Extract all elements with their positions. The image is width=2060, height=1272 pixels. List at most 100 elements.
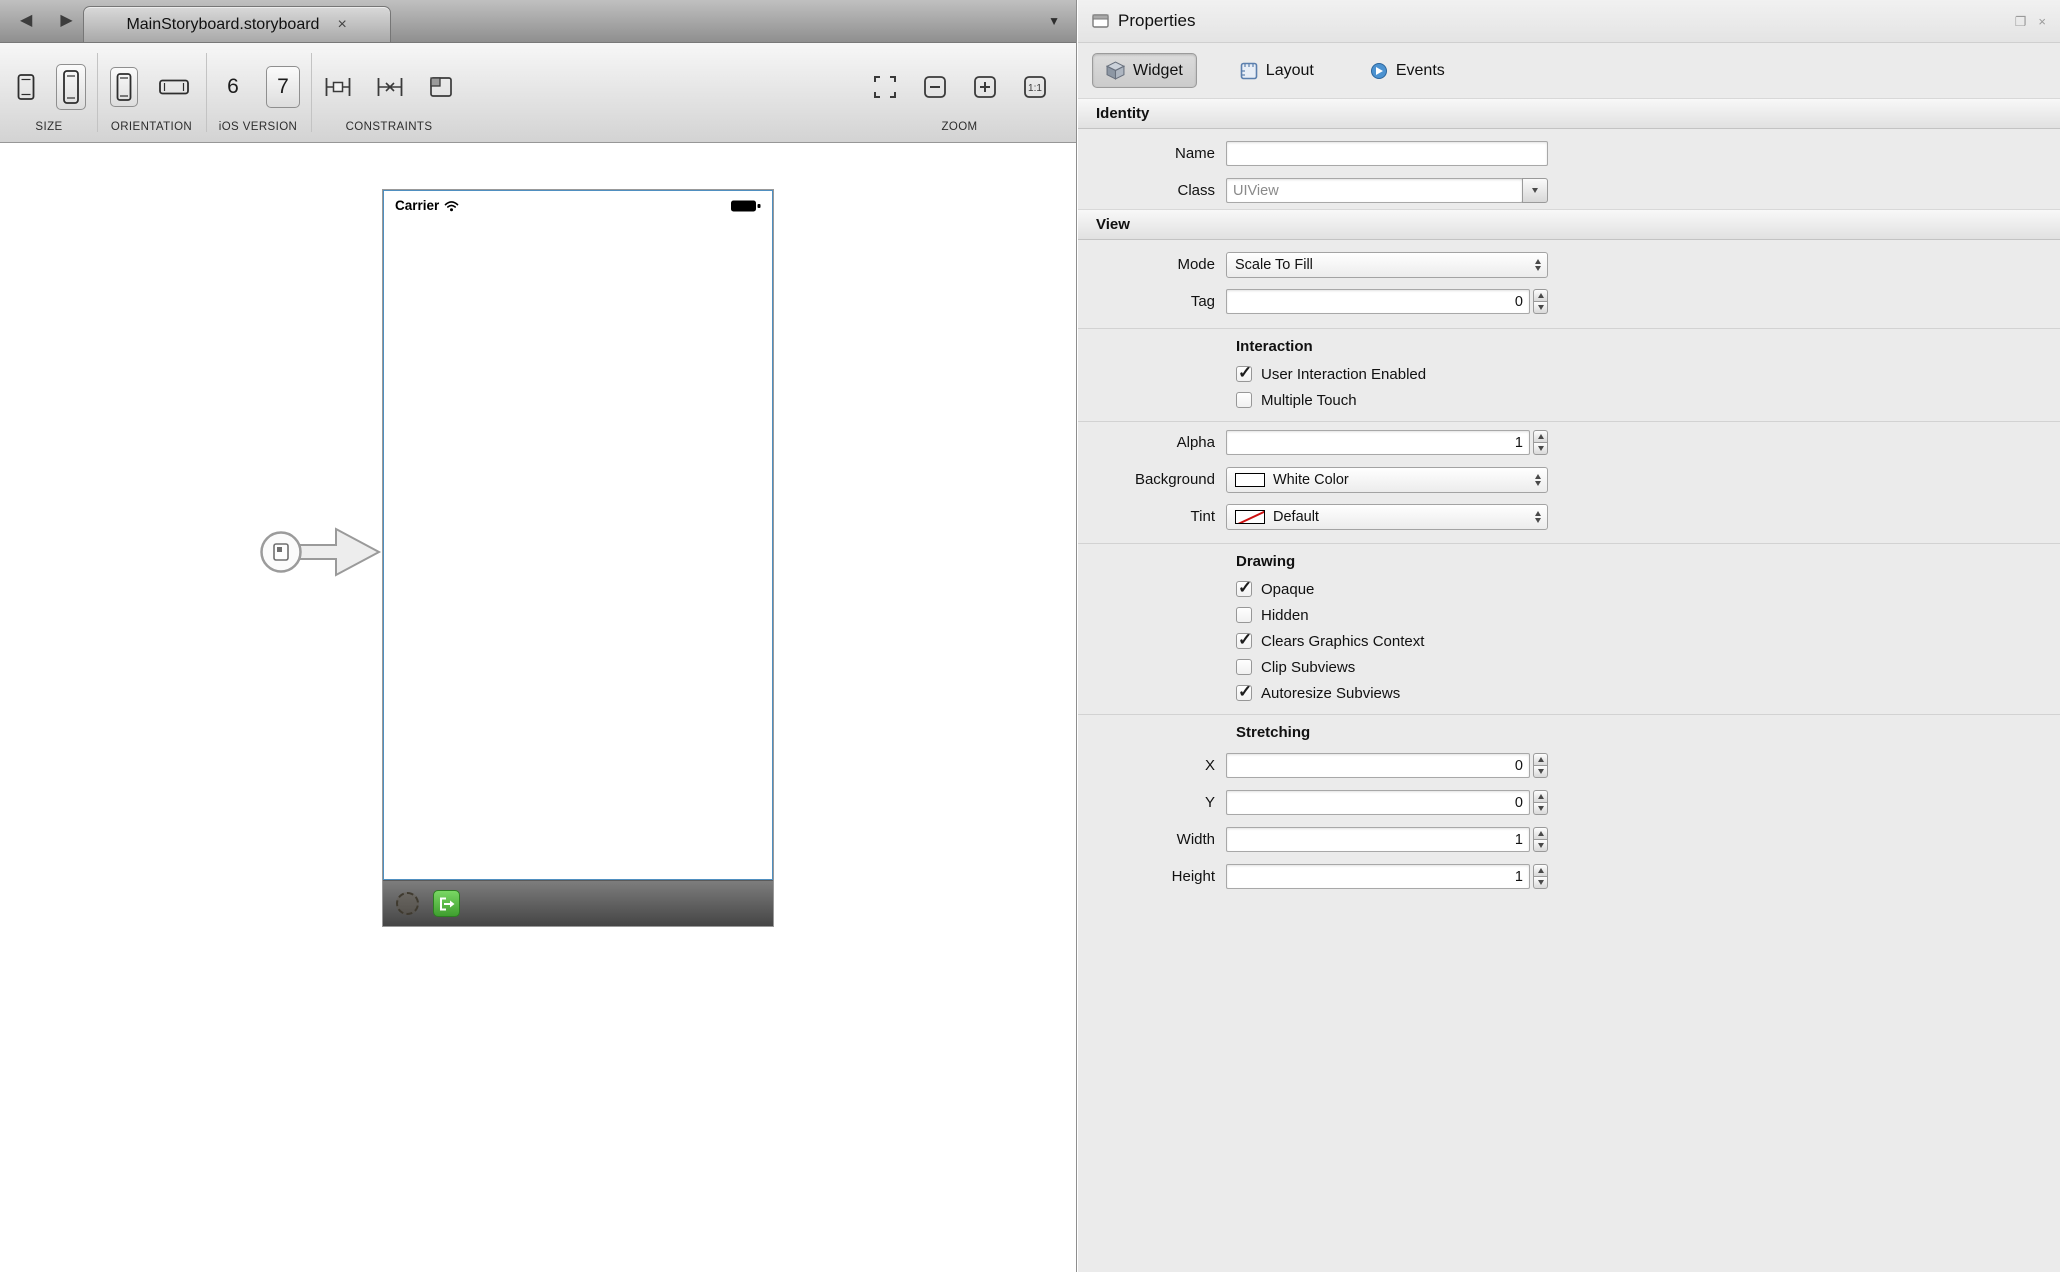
stretch-y-row: Y: [1078, 784, 2060, 821]
class-dropdown-icon[interactable]: [1522, 178, 1548, 203]
tab-title: MainStoryboard.storyboard: [126, 16, 319, 34]
battery-icon: [730, 199, 761, 213]
tag-label: Tag: [1078, 293, 1226, 310]
autoresize-subviews-checkbox[interactable]: [1236, 685, 1252, 701]
phone-landscape-icon: [158, 78, 190, 96]
tab-close-icon[interactable]: ×: [337, 17, 346, 33]
stepper-up-icon[interactable]: [1533, 827, 1548, 839]
cube-icon: [1106, 61, 1125, 80]
zoom-actual-size-button[interactable]: 1:1: [1018, 70, 1052, 104]
drawing-title: Drawing: [1078, 546, 2060, 576]
orientation-group-label: ORIENTATION: [99, 121, 204, 142]
layout-ruler-icon: [1240, 62, 1258, 80]
ios-version-6-button[interactable]: 6: [216, 66, 250, 108]
properties-panel: Properties ❐ × Widget: [1078, 0, 2060, 1272]
stepper-down-icon[interactable]: [1533, 802, 1548, 815]
interaction-title: Interaction: [1078, 331, 2060, 361]
opaque-checkbox[interactable]: [1236, 581, 1252, 597]
alpha-label: Alpha: [1078, 434, 1226, 451]
tab-layout[interactable]: Layout: [1227, 55, 1327, 87]
stepper-down-icon[interactable]: [1533, 876, 1548, 889]
status-bar: Carrier: [384, 191, 772, 213]
forward-button[interactable]: ▶: [60, 13, 72, 29]
toolbar-group-size: SIZE: [4, 43, 94, 142]
close-panel-icon[interactable]: ×: [2038, 15, 2046, 28]
white-color-swatch: [1235, 473, 1265, 487]
zoom-in-button[interactable]: [968, 70, 1002, 104]
alpha-input[interactable]: [1226, 430, 1530, 455]
toolbar-group-ios-version: 6 7 iOS VERSION: [208, 43, 308, 142]
back-button[interactable]: ◀: [20, 13, 32, 29]
exit-segue-icon[interactable]: [433, 890, 460, 917]
name-input[interactable]: [1226, 141, 1548, 166]
stretch-width-row: Width: [1078, 821, 2060, 858]
stretching-title: Stretching: [1078, 717, 2060, 747]
class-input[interactable]: [1226, 178, 1523, 203]
ios-version-7-button[interactable]: 7: [266, 66, 300, 108]
opaque-label: Opaque: [1261, 581, 1314, 598]
tag-stepper[interactable]: [1533, 289, 1548, 314]
stepper-up-icon[interactable]: [1533, 753, 1548, 765]
stretch-width-stepper[interactable]: [1533, 827, 1548, 852]
popup-arrows-icon: [1535, 474, 1541, 486]
zoom-fit-button[interactable]: [868, 70, 902, 104]
view-controller[interactable]: Carrier: [383, 190, 773, 926]
tint-popup[interactable]: Default: [1226, 504, 1548, 530]
constraint-spacing-button[interactable]: [372, 71, 408, 103]
popup-arrows-icon: [1535, 259, 1541, 271]
dock-panel-icon[interactable]: ❐: [2015, 15, 2027, 28]
clip-subviews-label: Clip Subviews: [1261, 659, 1355, 676]
stretch-width-input[interactable]: [1226, 827, 1530, 852]
orientation-portrait-button[interactable]: [110, 67, 138, 107]
stretch-height-input[interactable]: [1226, 864, 1530, 889]
stepper-down-icon[interactable]: [1533, 442, 1548, 455]
stretch-x-stepper[interactable]: [1533, 753, 1548, 778]
properties-title: Properties: [1118, 11, 1195, 31]
stepper-up-icon[interactable]: [1533, 790, 1548, 802]
stretch-x-input[interactable]: [1226, 753, 1530, 778]
size-3-5-inch-button[interactable]: [12, 67, 40, 107]
carrier-label: Carrier: [395, 198, 439, 213]
zoom-out-button[interactable]: [918, 70, 952, 104]
alpha-stepper[interactable]: [1533, 430, 1548, 455]
stepper-down-icon[interactable]: [1533, 839, 1548, 852]
selected-uiview[interactable]: Carrier: [383, 190, 773, 880]
stepper-up-icon[interactable]: [1533, 430, 1548, 442]
mode-popup[interactable]: Scale To Fill: [1226, 252, 1548, 278]
background-label: Background: [1078, 471, 1226, 488]
stretch-width-label: Width: [1078, 831, 1226, 848]
phone-portrait-icon: [115, 72, 133, 102]
clip-subviews-checkbox[interactable]: [1236, 659, 1252, 675]
orientation-landscape-button[interactable]: [154, 74, 194, 100]
constraint-frame-button[interactable]: [424, 71, 458, 103]
stepper-down-icon[interactable]: [1533, 301, 1548, 314]
app-window: ◀ ▶ MainStoryboard.storyboard × ▼: [0, 0, 2060, 1272]
tag-input[interactable]: [1226, 289, 1530, 314]
storyboard-canvas[interactable]: Carrier: [0, 144, 1076, 1272]
toolbar-group-constraints: CONSTRAINTS: [313, 43, 465, 142]
clears-graphics-checkbox[interactable]: [1236, 633, 1252, 649]
multiple-touch-label: Multiple Touch: [1261, 392, 1357, 409]
multiple-touch-checkbox[interactable]: [1236, 392, 1252, 408]
background-popup[interactable]: White Color: [1226, 467, 1548, 493]
toolbar-group-zoom: 1:1 ZOOM: [852, 43, 1067, 142]
user-interaction-checkbox[interactable]: [1236, 366, 1252, 382]
first-responder-icon[interactable]: [396, 892, 419, 915]
stepper-up-icon[interactable]: [1533, 289, 1548, 301]
opaque-row: Opaque: [1078, 576, 2060, 602]
stepper-up-icon[interactable]: [1533, 864, 1548, 876]
stretch-x-label: X: [1078, 757, 1226, 774]
tab-widget[interactable]: Widget: [1092, 53, 1197, 88]
stretch-y-input[interactable]: [1226, 790, 1530, 815]
stretch-height-stepper[interactable]: [1533, 864, 1548, 889]
stepper-down-icon[interactable]: [1533, 765, 1548, 778]
tab-list-chevron-icon[interactable]: ▼: [1048, 14, 1060, 28]
initial-view-controller-arrow[interactable]: [256, 522, 384, 582]
tab-mainstoryboard[interactable]: MainStoryboard.storyboard ×: [83, 6, 391, 42]
stretch-y-stepper[interactable]: [1533, 790, 1548, 815]
toolbar-separator: [97, 53, 98, 132]
constraint-width-button[interactable]: [320, 71, 356, 103]
tab-events[interactable]: Events: [1357, 55, 1458, 87]
size-4-inch-button[interactable]: [56, 64, 86, 110]
hidden-checkbox[interactable]: [1236, 607, 1252, 623]
